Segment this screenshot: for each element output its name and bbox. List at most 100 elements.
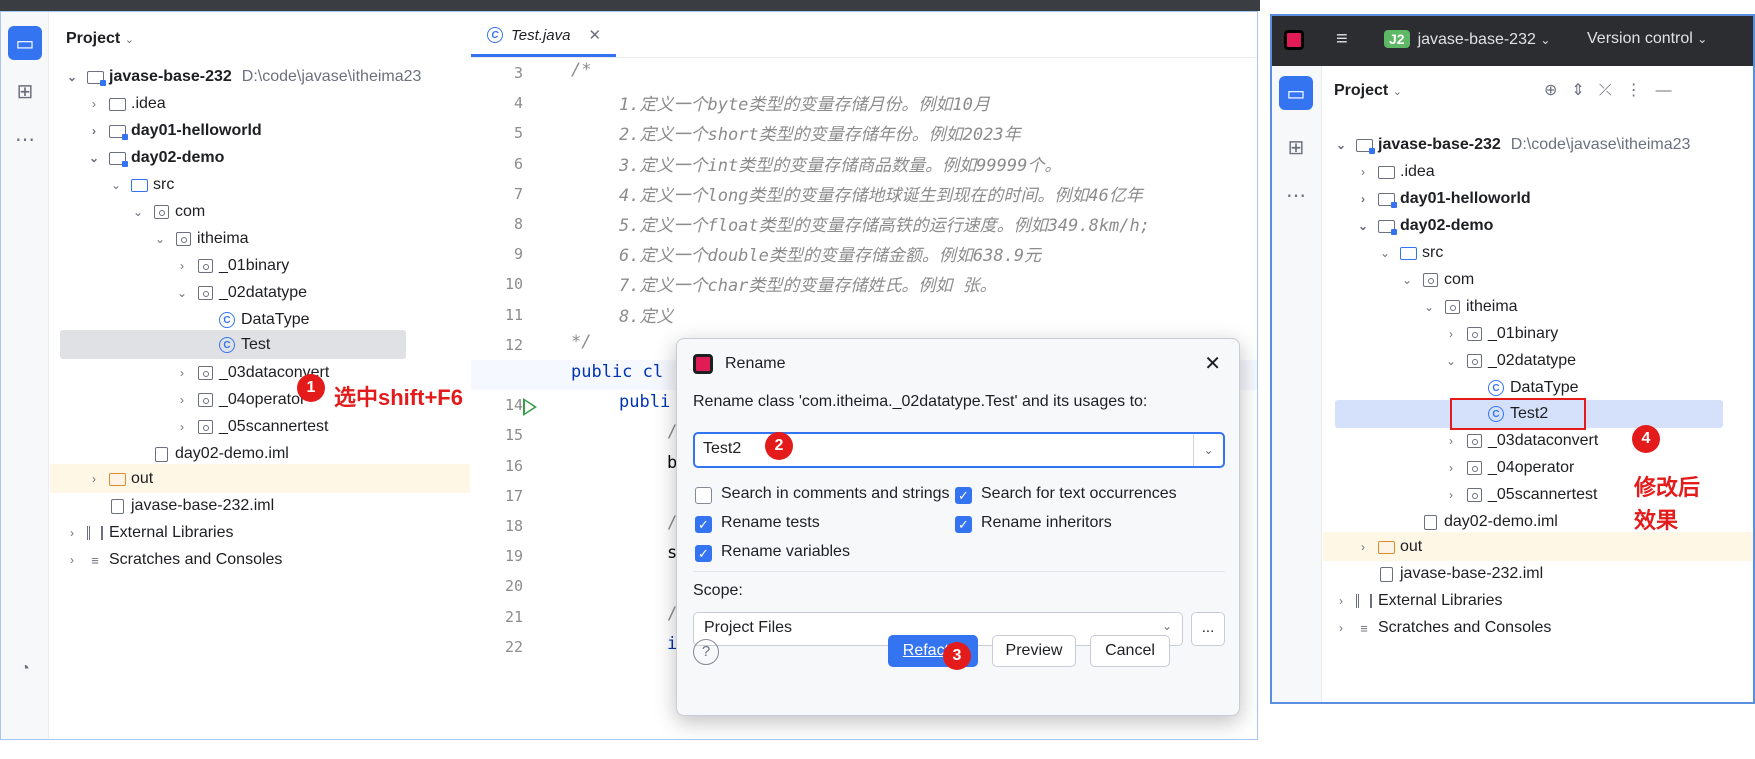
tree-item-label: javase-base-232.iml [131, 497, 275, 514]
button-label: Preview [1005, 642, 1063, 659]
structure-tool-icon[interactable]: ⊞ [8, 74, 42, 108]
tree-root[interactable]: ⌄ javase-base-232 D:\code\javase\itheima23 [1333, 130, 1690, 160]
close-icon[interactable]: ✕ [1204, 351, 1221, 376]
line-number: 7 [513, 184, 523, 203]
preview-button[interactable]: Preview [992, 635, 1076, 667]
project-panel-title[interactable]: Project ⌄ [1334, 82, 1402, 100]
tree-item-label: src [1422, 244, 1444, 261]
checkbox-search-text[interactable]: ✓ [955, 487, 972, 504]
tab-label: Test.java [511, 26, 571, 44]
tree-item-extlib[interactable]: › External Libraries [64, 518, 234, 548]
checkbox-rename-inheritors[interactable]: ✓ [955, 516, 972, 533]
line-number: 8 [513, 215, 523, 233]
tree-item-src[interactable]: ⌄ src [1377, 238, 1443, 268]
run-icon[interactable] [523, 398, 537, 417]
code-line: 5.定义一个float类型的变量存储高铁的运行速度。例如349.8km/h; [619, 216, 1150, 236]
checkbox-label: Search for text occurrences [981, 485, 1177, 502]
code-line: 7.定义一个char类型的变量存储姓氏。例如 张。 [619, 276, 997, 297]
main-menu-icon[interactable]: ≡ [1336, 28, 1348, 51]
scope-browse-button[interactable]: ... [1191, 612, 1225, 646]
tree-item-operator[interactable]: › _04operator [174, 385, 305, 415]
tree-item-day02[interactable]: ⌄ day02-demo [1355, 211, 1493, 241]
code-line: /* [571, 60, 592, 80]
chevron-down-icon[interactable]: ⌄ [1193, 434, 1223, 466]
chevron-right-icon: › [92, 124, 96, 138]
vcs-menu[interactable]: Version control ⌄ [1587, 30, 1707, 48]
tree-item-binary[interactable]: › _01binary [1443, 319, 1558, 349]
chevron-down-icon: ⌄ [1423, 300, 1435, 314]
tool-window-bar: ▭ ⊞ ⋯ ◔ [1, 12, 49, 739]
project-selector[interactable]: J2 javase-base-232 ⌄ [1384, 30, 1550, 49]
tree-item-com[interactable]: ⌄ com [130, 197, 205, 227]
chevron-right-icon: › [1449, 488, 1453, 502]
button-label: Cancel [1105, 642, 1155, 659]
tree-item-label: DataType [1510, 379, 1579, 396]
tool-window-bar: ▭ ⊞ ⋯ [1272, 66, 1322, 702]
tree-item-label: _03dataconvert [1488, 432, 1599, 449]
scope-label: Scope: [693, 582, 743, 599]
tree-item-scratch[interactable]: › ≡ Scratches and Consoles [1333, 613, 1551, 643]
tree-item-extlib[interactable]: › External Libraries [1333, 586, 1503, 616]
structure-tool-icon[interactable]: ⊞ [1279, 130, 1313, 164]
project-tool-icon[interactable]: ▭ [1279, 76, 1313, 110]
tree-item-out[interactable]: › out [86, 464, 153, 494]
tree-item-day01[interactable]: › day01-helloworld [86, 116, 262, 146]
tree-item-scanner[interactable]: › _05scannertest [1443, 480, 1597, 510]
more-tools-icon[interactable]: ⋯ [1279, 178, 1313, 212]
package-icon [1465, 353, 1483, 369]
chevron-right-icon: › [1339, 594, 1343, 608]
tree-item-idea[interactable]: › .idea [1355, 157, 1435, 187]
folder-icon [1377, 164, 1395, 180]
class-icon: C [1487, 380, 1505, 396]
tree-item-com[interactable]: ⌄ com [1399, 265, 1474, 295]
tree-item-label: DataType [241, 311, 310, 328]
tree-item-day02[interactable]: ⌄ day02-demo [86, 143, 224, 173]
checkbox-search-comments[interactable] [695, 487, 712, 504]
chevron-right-icon: › [180, 259, 184, 273]
tree-item-day01[interactable]: › day01-helloworld [1355, 184, 1531, 214]
panel-toolbar-icons[interactable]: ⊕⇕⤫⋮— [1544, 80, 1686, 100]
line-number: 17 [504, 486, 523, 505]
tree-item-rootiml[interactable]: javase-base-232.iml [86, 491, 274, 521]
tree-item-scratch[interactable]: › ≡ Scratches and Consoles [64, 545, 282, 575]
chevron-right-icon: › [1339, 621, 1343, 635]
dialog-title: Rename [725, 355, 786, 372]
tree-root[interactable]: ⌄ javase-base-232 D:\code\javase\itheima23 [64, 62, 421, 92]
line-number: 6 [513, 154, 523, 173]
tree-item-itheima[interactable]: ⌄ itheima [1421, 292, 1518, 322]
tree-item-binary[interactable]: › _01binary [174, 251, 289, 281]
tree-item-operator[interactable]: › _04operator [1443, 453, 1574, 483]
code-line: 8.定义 [619, 306, 674, 327]
checkbox-rename-tests[interactable]: ✓ [695, 516, 712, 533]
tree-item-src[interactable]: ⌄ src [108, 170, 174, 200]
tree-item-label: _04operator [219, 391, 306, 408]
project-tool-icon[interactable]: ▭ [8, 26, 42, 60]
close-icon[interactable]: ✕ [588, 26, 601, 44]
more-tools-icon[interactable]: ⋯ [8, 122, 42, 156]
tree-item-out[interactable]: › out [1355, 532, 1422, 562]
tree-item-itheima[interactable]: ⌄ itheima [152, 224, 249, 254]
module-icon [108, 150, 128, 167]
tree-item-scanner[interactable]: › _05scannertest [174, 412, 328, 442]
tree-item-datatype[interactable]: ⌄ _02datatype [174, 278, 307, 308]
tree-item-convert[interactable]: › _03dataconvert [1443, 426, 1598, 456]
help-icon[interactable]: ? [693, 639, 719, 665]
checkbox-rename-variables[interactable]: ✓ [695, 545, 712, 562]
tree-item-Test[interactable]: C Test [196, 330, 270, 360]
services-icon[interactable]: ◔ [8, 652, 42, 686]
root-path: D:\code\javase\itheima23 [1510, 136, 1691, 153]
line-number: 12 [504, 335, 523, 354]
package-icon [1465, 460, 1483, 476]
tree-item-datatype[interactable]: ⌄ _02datatype [1443, 346, 1576, 376]
tree-item-idea[interactable]: › .idea [86, 89, 166, 119]
tree-item-label: day02-demo [1400, 217, 1494, 234]
tree-item-rootiml[interactable]: javase-base-232.iml [1355, 559, 1543, 589]
chevron-down-icon: ⌄ [1379, 246, 1391, 260]
divider [693, 571, 1225, 572]
chevron-down-icon: ⌄ [1335, 138, 1347, 152]
step-badge-1: 1 [297, 374, 325, 402]
line-number: 20 [504, 577, 523, 596]
tab-test-java[interactable]: C Test.java ✕ [471, 12, 616, 58]
cancel-button[interactable]: Cancel [1090, 635, 1170, 667]
project-panel-title[interactable]: Project ⌄ [66, 30, 134, 48]
